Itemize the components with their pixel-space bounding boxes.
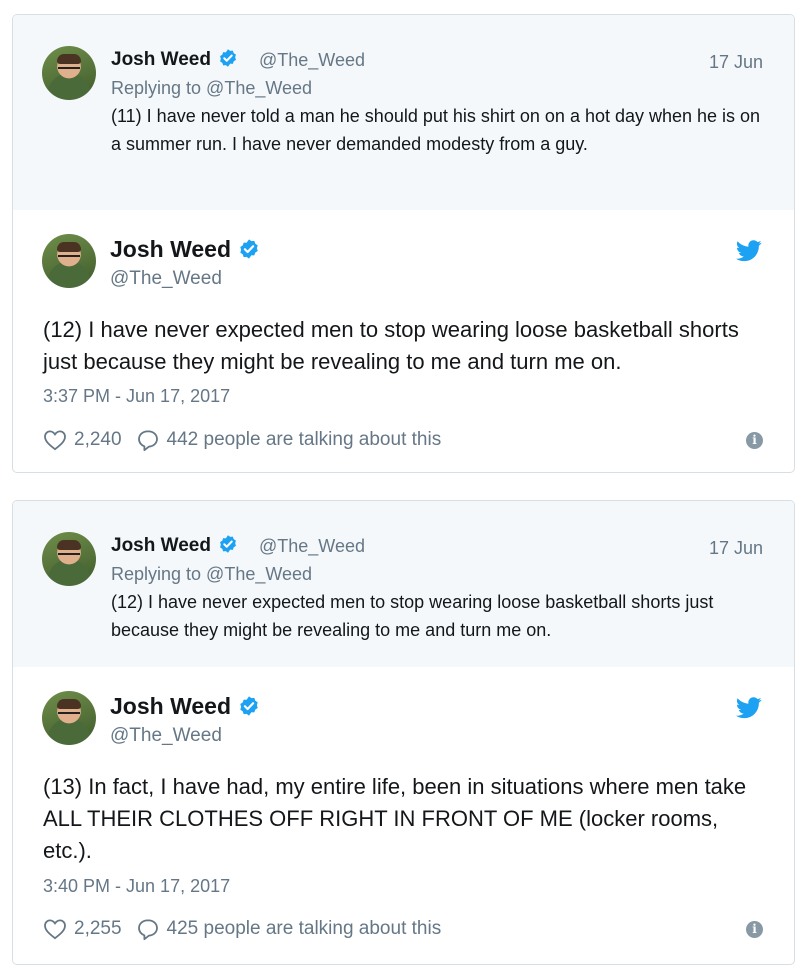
conversation-link[interactable]: 425 people are talking about this	[136, 917, 442, 941]
avatar[interactable]	[42, 691, 96, 745]
parent-tweet-text: (12) I have never expected men to stop w…	[111, 592, 714, 640]
parent-tweet[interactable]: Josh Weed @The_Weed 17 Jun Replying to @…	[13, 15, 794, 210]
verified-badge-icon	[218, 534, 238, 554]
verified-badge-icon	[238, 238, 260, 260]
parent-date[interactable]: 17 Jun	[709, 538, 763, 559]
comment-bubble-icon	[137, 430, 158, 452]
like-count: 2,240	[74, 429, 122, 450]
author-name[interactable]: Josh Weed	[110, 236, 260, 263]
tweet-actions: 2,255 425 people are talking about this	[43, 915, 441, 943]
conversation-link[interactable]: 442 people are talking about this	[136, 428, 442, 452]
tweet-embed-card: Josh Weed @The_Weed 17 Jun Replying to @…	[12, 14, 795, 473]
parent-author-handle[interactable]: @The_Weed	[259, 50, 365, 71]
like-button[interactable]: 2,255	[43, 918, 122, 940]
replying-to[interactable]: Replying to @The_Weed	[111, 78, 312, 99]
author-name-text: Josh Weed	[111, 49, 211, 70]
heart-icon	[44, 919, 66, 940]
twitter-bird-icon[interactable]	[736, 697, 762, 719]
author-handle[interactable]: @The_Weed	[110, 268, 222, 290]
parent-author-name[interactable]: Josh Weed	[111, 535, 238, 557]
parent-author-handle[interactable]: @The_Weed	[259, 536, 365, 557]
parent-author-name[interactable]: Josh Weed	[111, 49, 238, 71]
tweet-timestamp[interactable]: 3:40 PM - Jun 17, 2017	[43, 876, 230, 897]
avatar[interactable]	[42, 532, 96, 586]
parent-tweet-text: (11) I have never told a man he should p…	[111, 106, 761, 154]
info-icon[interactable]: i	[746, 921, 763, 938]
author-name-text: Josh Weed	[111, 535, 211, 556]
like-count: 2,255	[74, 918, 122, 939]
tweet-timestamp[interactable]: 3:37 PM - Jun 17, 2017	[43, 386, 230, 407]
comment-bubble-icon	[137, 919, 158, 941]
tweet-text: (13) In fact, I have had, my entire life…	[43, 774, 747, 863]
author-handle[interactable]: @The_Weed	[110, 725, 222, 747]
verified-badge-icon	[238, 695, 260, 717]
talking-count: 442 people are talking about this	[166, 429, 442, 450]
avatar[interactable]	[42, 234, 96, 288]
parent-date[interactable]: 17 Jun	[709, 52, 763, 73]
like-button[interactable]: 2,240	[43, 429, 122, 451]
talking-count: 425 people are talking about this	[166, 918, 442, 939]
tweet-text: (12) I have never expected men to stop w…	[43, 317, 739, 374]
tweet-actions: 2,240 442 people are talking about this	[43, 426, 441, 454]
info-icon[interactable]: i	[746, 432, 763, 449]
parent-tweet[interactable]: Josh Weed @The_Weed 17 Jun Replying to @…	[13, 501, 794, 667]
avatar[interactable]	[42, 46, 96, 100]
author-name-text: Josh Weed	[110, 693, 231, 719]
tweet-embed-card: Josh Weed @The_Weed 17 Jun Replying to @…	[12, 500, 795, 965]
author-name[interactable]: Josh Weed	[110, 693, 260, 720]
author-name-text: Josh Weed	[110, 236, 231, 262]
twitter-bird-icon[interactable]	[736, 240, 762, 262]
replying-to[interactable]: Replying to @The_Weed	[111, 564, 312, 585]
verified-badge-icon	[218, 48, 238, 68]
heart-icon	[44, 430, 66, 451]
